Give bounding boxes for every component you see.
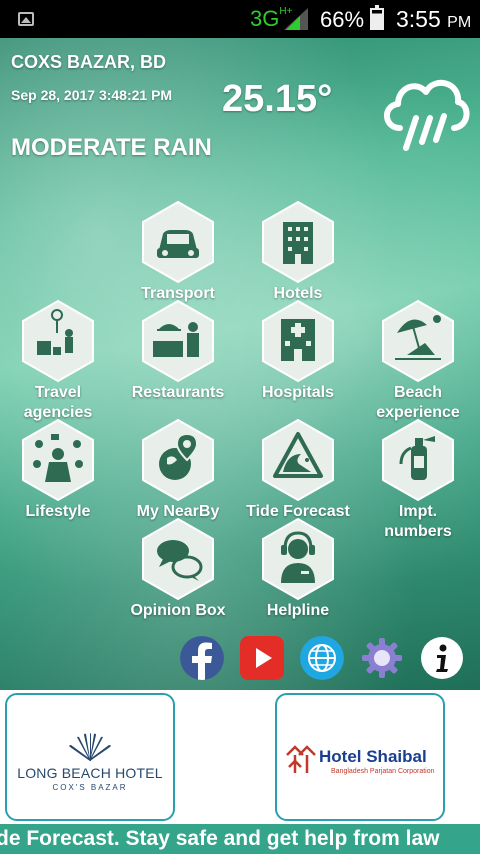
tile-travel-agencies[interactable]: Travel agencies xyxy=(3,299,113,423)
tile-restaurants[interactable]: Restaurants xyxy=(123,299,233,403)
tile-label: Hospitals xyxy=(261,384,334,401)
tile-label: Opinion Box xyxy=(130,602,226,619)
tile-my-nearby[interactable]: My NearBy xyxy=(123,418,233,522)
traveler-luggage-icon xyxy=(21,299,95,383)
ticker-text: de Forecast. Stay safe and get help from… xyxy=(0,827,440,850)
car-icon xyxy=(141,200,215,284)
home-screen: COXS BAZAR, BD Sep 28, 2017 3:48:21 PM 2… xyxy=(0,38,480,690)
tile-impt-numbers[interactable]: Impt. numbers xyxy=(363,418,473,542)
gallery-notification-icon xyxy=(18,12,34,26)
battery-percent: 66% xyxy=(320,7,365,32)
hotel-building-icon xyxy=(261,200,335,284)
weather-city: COXS BAZAR, BD xyxy=(11,52,167,72)
status-bar: 3GH+ 66% 3:55 PM xyxy=(0,0,480,38)
rain-cloud-icon xyxy=(384,80,470,151)
tile-label: Travel agencies xyxy=(23,384,93,421)
tile-label: Beach experience xyxy=(376,384,460,421)
tile-opinion-box[interactable]: Opinion Box xyxy=(123,517,233,621)
parjatan-logo-icon xyxy=(286,745,316,773)
website-globe-icon[interactable] xyxy=(300,636,344,680)
ad-hotel-shaibal-org: Bangladesh Parjatan Corporation xyxy=(331,768,435,775)
headset-agent-icon xyxy=(261,517,335,601)
ad-hotel-shaibal[interactable]: Hotel Shaibal Bangladesh Parjatan Corpor… xyxy=(275,693,445,821)
fire-extinguisher-icon xyxy=(381,418,455,502)
weather-condition: MODERATE RAIN xyxy=(11,134,212,161)
status-clock: 3:55 PM xyxy=(396,6,472,32)
shell-logo-icon xyxy=(69,733,111,761)
globe-pin-icon xyxy=(141,418,215,502)
tile-label: Lifestyle xyxy=(25,503,91,520)
ad-hotel-shaibal-name: Hotel Shaibal xyxy=(319,747,427,766)
facebook-icon[interactable] xyxy=(180,636,224,680)
weather-temperature: 25.15° xyxy=(222,78,333,120)
beach-umbrella-icon xyxy=(381,299,455,383)
tile-label: Helpline xyxy=(266,602,330,619)
youtube-icon[interactable] xyxy=(240,636,284,680)
lifestyle-person-icon xyxy=(21,418,95,502)
signal-strength-icon xyxy=(284,8,308,30)
weather-datetime: Sep 28, 2017 3:48:21 PM xyxy=(11,87,173,103)
tile-beach-experience[interactable]: Beach experience xyxy=(363,299,473,423)
tile-label: Restaurants xyxy=(131,384,225,401)
tile-transport[interactable]: Transport xyxy=(123,200,233,304)
sponsor-banner: LONG BEACH HOTEL COX'S BAZAR Hotel Shaib… xyxy=(0,690,480,824)
settings-gear-icon[interactable] xyxy=(360,636,404,680)
info-icon[interactable] xyxy=(420,636,464,680)
tile-lifestyle[interactable]: Lifestyle xyxy=(3,418,113,522)
tile-hospitals[interactable]: Hospitals xyxy=(243,299,353,403)
ad-long-beach-hotel[interactable]: LONG BEACH HOTEL COX'S BAZAR xyxy=(5,693,175,821)
tile-helpline[interactable]: Helpline xyxy=(243,517,353,621)
speech-bubbles-icon xyxy=(141,517,215,601)
news-ticker: de Forecast. Stay safe and get help from… xyxy=(0,824,480,854)
hospital-building-icon xyxy=(261,299,335,383)
tile-label: Impt. numbers xyxy=(384,503,452,540)
tile-tide-forecast[interactable]: Tide Forecast xyxy=(243,418,353,522)
tide-wave-warning-icon xyxy=(261,418,335,502)
battery-icon xyxy=(370,5,384,30)
tile-hotels[interactable]: Hotels xyxy=(243,200,353,304)
ad-long-beach-name: LONG BEACH HOTEL xyxy=(17,765,163,781)
waiter-dining-icon xyxy=(141,299,215,383)
ad-long-beach-location: COX'S BAZAR xyxy=(52,783,128,792)
